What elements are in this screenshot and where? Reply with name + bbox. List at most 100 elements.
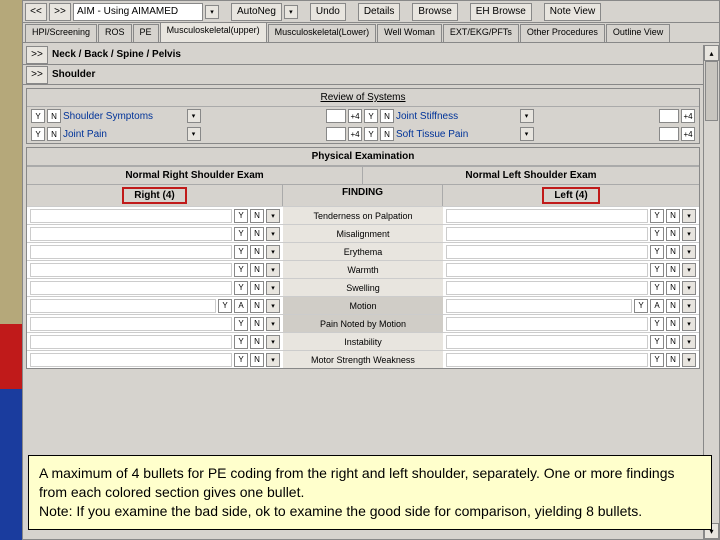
ros-item-joint-pain[interactable]: Joint Pain <box>63 129 185 140</box>
finding-input[interactable] <box>30 353 232 367</box>
tab-musc-upper[interactable]: Musculoskeletal(upper) <box>160 22 267 42</box>
breadcrumb-nav-2[interactable]: >> <box>26 66 48 84</box>
finding-n-check[interactable]: N <box>666 227 680 241</box>
finding-y-check[interactable]: Y <box>650 227 664 241</box>
finding-input[interactable] <box>30 317 232 331</box>
ros-n-check[interactable]: N <box>47 109 61 123</box>
finding-y-check[interactable]: Y <box>650 281 664 295</box>
ehbrowse-button[interactable]: EH Browse <box>470 3 532 21</box>
breadcrumb-nav-1[interactable]: >> <box>26 46 48 64</box>
finding-input[interactable] <box>30 209 232 223</box>
finding-y-check[interactable]: Y <box>234 209 248 223</box>
finding-input[interactable] <box>30 227 232 241</box>
finding-input[interactable] <box>446 281 648 295</box>
finding-y-check[interactable]: Y <box>650 317 664 331</box>
finding-dropdown[interactable]: ▾ <box>266 281 280 295</box>
finding-dropdown[interactable]: ▾ <box>682 299 696 313</box>
ros-item-joint-stiffness[interactable]: Joint Stiffness <box>396 111 518 122</box>
finding-dropdown[interactable]: ▾ <box>266 317 280 331</box>
browse-button[interactable]: Browse <box>412 3 457 21</box>
ros-mini[interactable] <box>659 127 679 141</box>
finding-y-check[interactable]: Y <box>234 281 248 295</box>
ros-n-check[interactable]: N <box>380 127 394 141</box>
finding-dropdown[interactable]: ▾ <box>682 245 696 259</box>
tab-hpi[interactable]: HPI/Screening <box>25 24 97 42</box>
finding-y-check[interactable]: Y <box>234 317 248 331</box>
ros-dd[interactable]: ▾ <box>520 109 534 123</box>
pe-normal-right[interactable]: Normal Right Shoulder Exam <box>27 167 363 184</box>
finding-y-check[interactable]: Y <box>650 353 664 367</box>
finding-y-check[interactable]: Y <box>234 227 248 241</box>
tab-ros[interactable]: ROS <box>98 24 132 42</box>
finding-n-check[interactable]: N <box>666 263 680 277</box>
finding-y-check[interactable]: Y <box>634 299 648 313</box>
ros-dd[interactable]: ▾ <box>187 127 201 141</box>
finding-y-check[interactable]: Y <box>218 299 232 313</box>
finding-input[interactable] <box>446 353 648 367</box>
finding-dropdown[interactable]: ▾ <box>266 263 280 277</box>
finding-dropdown[interactable]: ▾ <box>266 335 280 349</box>
finding-dropdown[interactable]: ▾ <box>266 299 280 313</box>
finding-input[interactable] <box>30 299 216 313</box>
finding-dropdown[interactable]: ▾ <box>266 209 280 223</box>
tab-pe[interactable]: PE <box>133 24 159 42</box>
finding-input[interactable] <box>30 245 232 259</box>
finding-n-check[interactable]: N <box>250 353 264 367</box>
finding-dropdown[interactable]: ▾ <box>682 353 696 367</box>
finding-a-check[interactable]: A <box>650 299 664 313</box>
finding-n-check[interactable]: N <box>666 353 680 367</box>
forward-button[interactable]: >> <box>49 3 71 21</box>
details-button[interactable]: Details <box>358 3 401 21</box>
finding-input[interactable] <box>446 227 648 241</box>
ros-n-check[interactable]: N <box>380 109 394 123</box>
ros-y-check[interactable]: Y <box>364 127 378 141</box>
tab-musc-lower[interactable]: Musculoskeletal(Lower) <box>268 24 377 42</box>
autoneg-dropdown[interactable]: ▾ <box>284 5 298 19</box>
finding-n-check[interactable]: N <box>250 299 264 313</box>
finding-y-check[interactable]: Y <box>234 335 248 349</box>
finding-y-check[interactable]: Y <box>234 263 248 277</box>
finding-n-check[interactable]: N <box>250 227 264 241</box>
finding-n-check[interactable]: N <box>250 263 264 277</box>
finding-dropdown[interactable]: ▾ <box>682 227 696 241</box>
autoneg-button[interactable]: AutoNeg <box>231 3 282 21</box>
ros-dd[interactable]: ▾ <box>520 127 534 141</box>
pe-normal-left[interactable]: Normal Left Shoulder Exam <box>363 167 699 184</box>
tab-well-woman[interactable]: Well Woman <box>377 24 442 42</box>
ros-y-check[interactable]: Y <box>31 127 45 141</box>
undo-button[interactable]: Undo <box>310 3 346 21</box>
ros-dd[interactable]: ▾ <box>187 109 201 123</box>
ros-btn[interactable]: +4 <box>348 109 362 123</box>
back-button[interactable]: << <box>25 3 47 21</box>
ros-btn[interactable]: +4 <box>681 109 695 123</box>
finding-n-check[interactable]: N <box>250 335 264 349</box>
ros-btn[interactable]: +4 <box>681 127 695 141</box>
finding-input[interactable] <box>446 335 648 349</box>
finding-dropdown[interactable]: ▾ <box>266 227 280 241</box>
finding-y-check[interactable]: Y <box>650 335 664 349</box>
finding-dropdown[interactable]: ▾ <box>682 335 696 349</box>
finding-input[interactable] <box>30 281 232 295</box>
finding-input[interactable] <box>446 245 648 259</box>
finding-n-check[interactable]: N <box>250 317 264 331</box>
tab-ext[interactable]: EXT/EKG/PFTs <box>443 24 519 42</box>
finding-n-check[interactable]: N <box>666 299 680 313</box>
finding-n-check[interactable]: N <box>666 335 680 349</box>
title-dropdown[interactable]: ▾ <box>205 5 219 19</box>
ros-item-shoulder-symptoms[interactable]: Shoulder Symptoms <box>63 111 185 122</box>
finding-input[interactable] <box>30 335 232 349</box>
finding-dropdown[interactable]: ▾ <box>682 209 696 223</box>
finding-n-check[interactable]: N <box>666 245 680 259</box>
ros-mini[interactable] <box>326 127 346 141</box>
finding-n-check[interactable]: N <box>250 281 264 295</box>
finding-input[interactable] <box>30 263 232 277</box>
ros-y-check[interactable]: Y <box>31 109 45 123</box>
ros-mini[interactable] <box>326 109 346 123</box>
finding-dropdown[interactable]: ▾ <box>266 245 280 259</box>
tab-other-proc[interactable]: Other Procedures <box>520 24 605 42</box>
finding-dropdown[interactable]: ▾ <box>266 353 280 367</box>
finding-input[interactable] <box>446 317 648 331</box>
finding-y-check[interactable]: Y <box>650 263 664 277</box>
ros-item-soft-tissue-pain[interactable]: Soft Tissue Pain <box>396 129 518 140</box>
finding-dropdown[interactable]: ▾ <box>682 263 696 277</box>
